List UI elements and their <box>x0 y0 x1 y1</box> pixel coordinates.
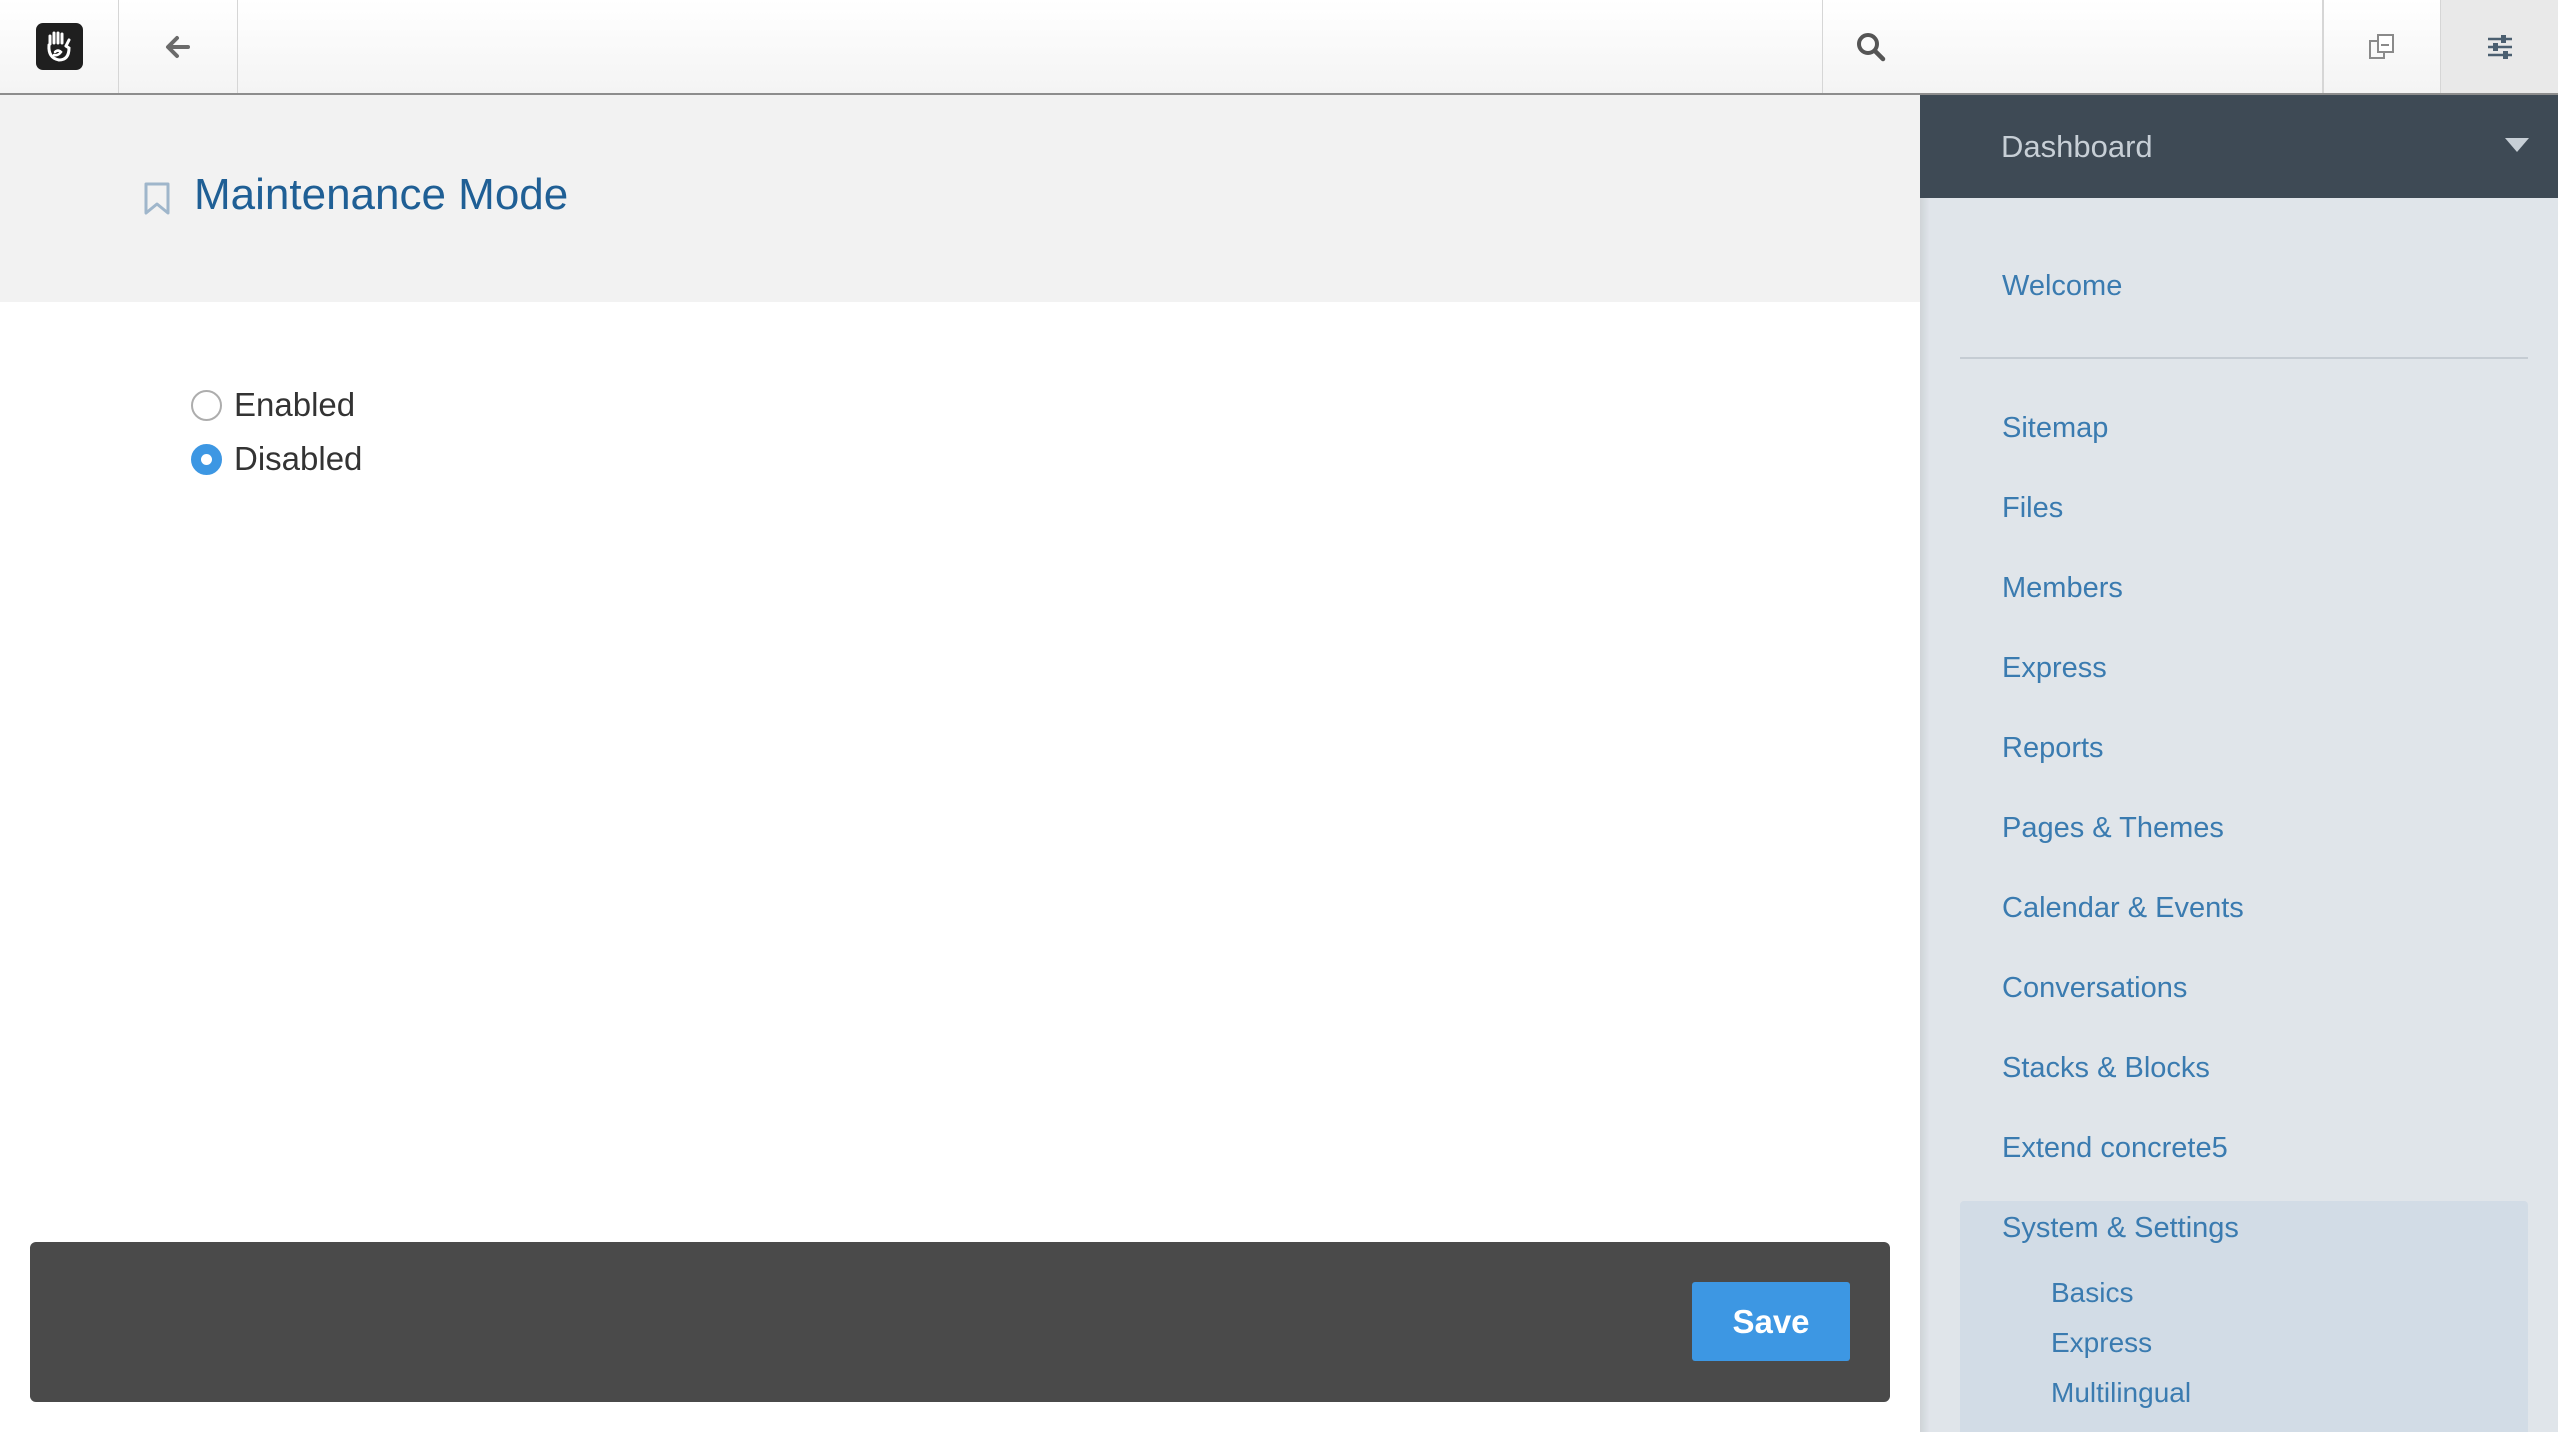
page-title: Maintenance Mode <box>194 170 569 219</box>
radio-button-enabled[interactable] <box>191 389 222 421</box>
page-versions-button[interactable] <box>2323 0 2441 93</box>
nav-item-extend-concrete5[interactable]: Extend concrete5 <box>2002 1132 2228 1165</box>
arrow-left-icon <box>166 35 190 58</box>
nav-item-conversations[interactable]: Conversations <box>2002 972 2187 1005</box>
bookmark-icon[interactable] <box>143 182 171 216</box>
dashboard-settings-button[interactable] <box>2441 0 2558 93</box>
nav-item-system-settings[interactable]: System & Settings <box>2002 1212 2239 1245</box>
copy-pages-icon <box>2369 33 2394 59</box>
top-toolbar <box>0 0 2558 95</box>
dashboard-panel-header[interactable]: Dashboard <box>1920 95 2558 198</box>
dashboard-panel-title: Dashboard <box>2001 129 2153 164</box>
search-input[interactable] <box>1911 29 2311 64</box>
nav-subitem-multilingual[interactable]: Multilingual <box>2051 1377 2191 1409</box>
logo-button[interactable] <box>0 0 119 93</box>
nav-item-express[interactable]: Express <box>2002 652 2107 685</box>
nav-subitem-basics[interactable]: Basics <box>2051 1277 2133 1309</box>
form-actions-bar: Save <box>30 1242 1890 1402</box>
radio-label-disabled: Disabled <box>234 440 363 477</box>
dashboard-panel: Dashboard Welcome Sitemap Files Members … <box>1920 95 2558 1432</box>
nav-item-sitemap[interactable]: Sitemap <box>2002 412 2108 445</box>
nav-item-stacks-blocks[interactable]: Stacks & Blocks <box>2002 1052 2210 1085</box>
radio-option-disabled[interactable]: Disabled <box>191 440 362 478</box>
nav-subitem-express[interactable]: Express <box>2051 1327 2152 1359</box>
radio-button-disabled[interactable] <box>191 443 222 475</box>
chevron-down-icon[interactable] <box>2505 138 2529 152</box>
nav-item-members[interactable]: Members <box>2002 572 2123 605</box>
nav-item-calendar-events[interactable]: Calendar & Events <box>2002 892 2244 925</box>
nav-item-welcome[interactable]: Welcome <box>2002 270 2122 303</box>
radio-option-enabled[interactable]: Enabled <box>191 386 355 424</box>
search-icon <box>1857 32 1886 61</box>
search-area[interactable] <box>1822 0 2323 93</box>
radio-label-enabled: Enabled <box>234 386 356 423</box>
save-button[interactable]: Save <box>1692 1282 1850 1361</box>
concrete5-hand-logo-icon <box>35 23 83 70</box>
nav-item-reports[interactable]: Reports <box>2002 732 2104 765</box>
back-button[interactable] <box>119 0 238 93</box>
nav-item-files[interactable]: Files <box>2002 492 2063 525</box>
sliders-icon <box>2487 34 2512 59</box>
nav-divider <box>1960 357 2528 359</box>
nav-item-pages-themes[interactable]: Pages & Themes <box>2002 812 2224 845</box>
